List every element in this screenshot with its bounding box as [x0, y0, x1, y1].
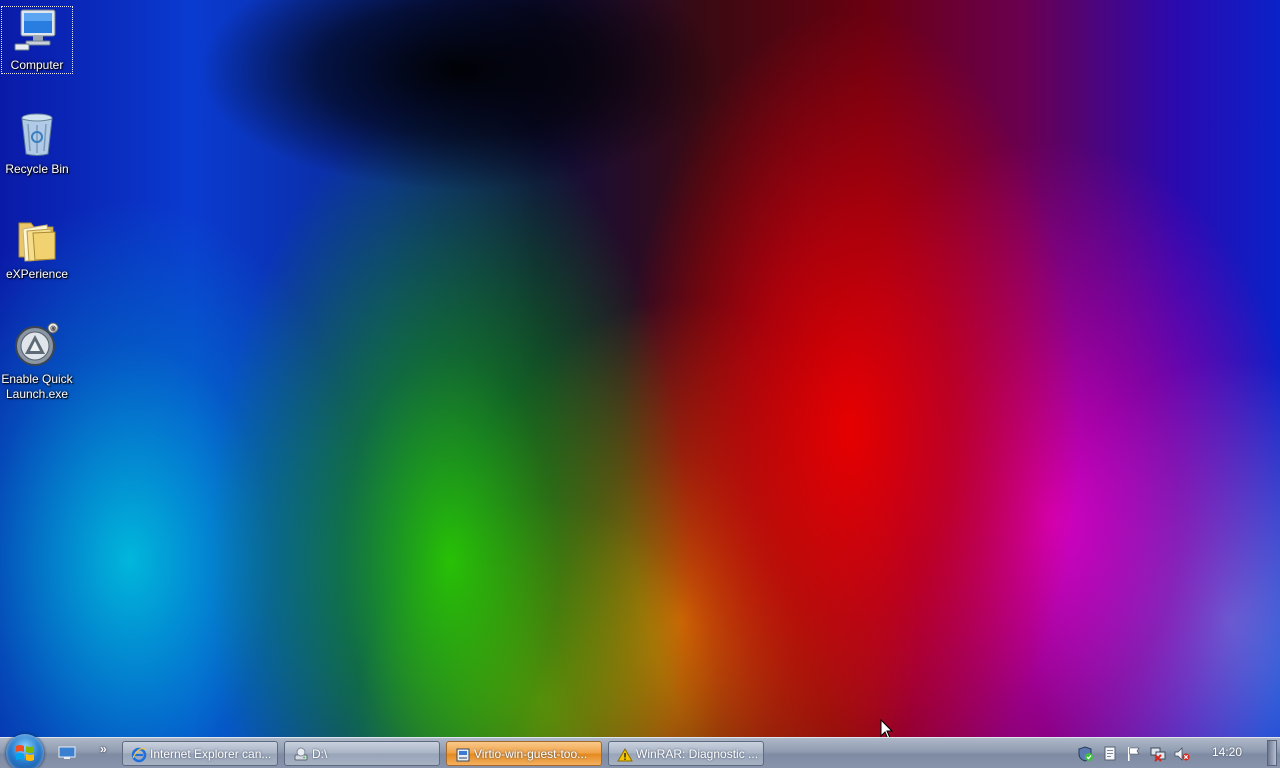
desktop-icon-computer[interactable]: Computer: [0, 6, 74, 74]
recycle-bin-icon: [21, 113, 53, 156]
desktop-icon-experience[interactable]: eXPerience: [0, 215, 74, 282]
svg-text:®: ®: [50, 325, 56, 333]
flag-icon[interactable]: [1126, 746, 1142, 762]
desktop-icon-label: Recycle Bin: [5, 162, 69, 176]
security-shield-icon[interactable]: [1078, 746, 1094, 762]
taskbar: » Internet Explorer can... D:\ Virtio-wi…: [0, 734, 1280, 768]
warning-icon: [617, 748, 633, 762]
selection-frame: [1, 6, 73, 74]
show-desktop-edge-button[interactable]: [1267, 740, 1277, 766]
desktop: Computer Recycle Bin eXPerience ® Enable…: [0, 0, 1280, 768]
system-tray: 14:20: [1070, 738, 1280, 768]
desktop-icon-label: eXPerience: [5, 267, 69, 281]
internet-explorer-icon: [131, 747, 147, 763]
show-desktop-icon[interactable]: [58, 746, 76, 760]
document-icon[interactable]: [1102, 746, 1118, 762]
task-button-internet-explorer[interactable]: Internet Explorer can...: [122, 741, 278, 766]
task-label: WinRAR: Diagnostic ...: [636, 747, 759, 761]
task-label: Internet Explorer can...: [150, 747, 272, 761]
folder-icon: [18, 222, 56, 262]
task-label: Virtio-win-guest-too...: [474, 747, 588, 761]
desktop-icon-enable-quick-launch[interactable]: ® Enable Quick Launch.exe: [0, 320, 74, 402]
desktop-icon-label: Enable Quick Launch.exe: [1, 372, 73, 401]
desktop-icon-recycle-bin[interactable]: Recycle Bin: [0, 110, 74, 177]
installer-icon: [456, 748, 470, 762]
app-launcher-icon: ®: [15, 322, 59, 366]
quick-launch-overflow-chevron[interactable]: »: [100, 742, 107, 756]
task-label: D:\: [312, 747, 328, 761]
windows-logo-icon: [16, 745, 34, 761]
task-button-virtio-installer[interactable]: Virtio-win-guest-too...: [446, 741, 602, 766]
clock[interactable]: 14:20: [1212, 745, 1242, 759]
task-button-winrar-diagnostic[interactable]: WinRAR: Diagnostic ...: [608, 741, 764, 766]
volume-muted-icon[interactable]: [1174, 746, 1190, 762]
start-button[interactable]: [6, 734, 44, 768]
task-button-drive-d[interactable]: D:\: [284, 741, 440, 766]
drive-icon: [294, 747, 308, 761]
network-icon[interactable]: [1150, 746, 1166, 762]
